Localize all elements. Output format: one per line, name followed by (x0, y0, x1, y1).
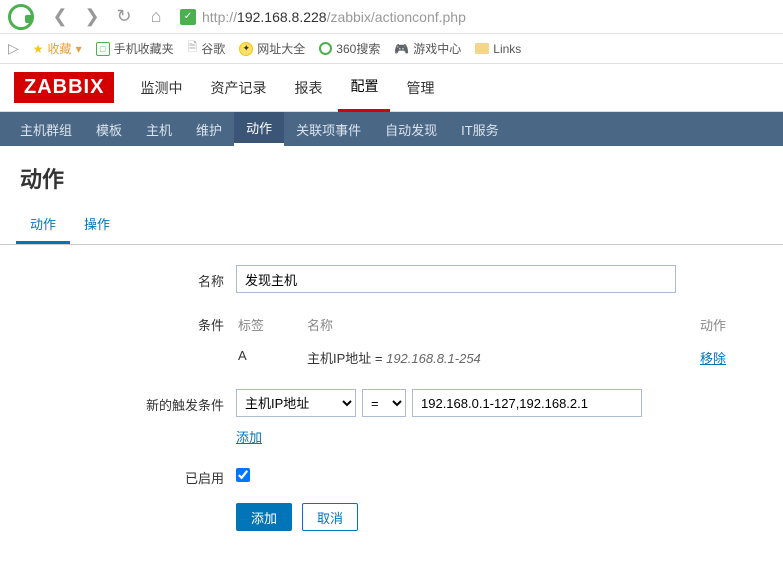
name-input[interactable] (236, 265, 676, 293)
bookmark-google[interactable]: 🗎谷歌 (188, 38, 226, 59)
gamepad-icon: 🎮 (394, 42, 409, 56)
submenu-discovery[interactable]: 自动发现 (373, 112, 449, 146)
label-enabled: 已启用 (16, 462, 236, 487)
submenu-maintenance[interactable]: 维护 (184, 112, 234, 146)
label-new-condition: 新的触发条件 (16, 389, 236, 414)
add-button[interactable]: 添加 (236, 503, 292, 531)
cond-header-name: 名称 (307, 311, 665, 342)
bookmark-360[interactable]: 360搜索 (319, 40, 380, 57)
row-new-condition: 新的触发条件 主机IP地址 = 添加 (16, 389, 767, 446)
tab-action[interactable]: 动作 (16, 206, 70, 244)
table-row: A 主机IP地址 = 192.168.8.1-254 移除 (238, 344, 734, 371)
menu-reports[interactable]: 报表 (282, 64, 334, 112)
mobile-icon: □ (96, 42, 110, 56)
bookmark-favorites[interactable]: ★收藏 ▾ (33, 40, 82, 57)
condition-operator-select[interactable]: = (362, 389, 406, 417)
cond-header-action: 动作 (667, 311, 734, 342)
browser-toolbar: ❮ ❯ ↻ ⌂ ✓ http://192.168.8.228/zabbix/ac… (0, 0, 783, 34)
submenu-hosts[interactable]: 主机 (134, 112, 184, 146)
bookmark-mobile[interactable]: □手机收藏夹 (96, 40, 174, 57)
zabbix-submenu: 主机群组 模板 主机 维护 动作 关联项事件 自动发现 IT服务 (0, 112, 783, 146)
cond-label: A (238, 344, 305, 371)
browser-logo-icon (8, 4, 34, 30)
cancel-button[interactable]: 取消 (302, 503, 358, 531)
tab-operations[interactable]: 操作 (70, 206, 124, 244)
security-shield-icon: ✓ (180, 9, 196, 25)
bookmarks-bar: ▷ ★收藏 ▾ □手机收藏夹 🗎谷歌 ✦网址大全 360搜索 🎮游戏中心 Lin… (0, 34, 783, 64)
add-condition-link[interactable]: 添加 (236, 430, 262, 445)
url-bar[interactable]: ✓ http://192.168.8.228/zabbix/actionconf… (174, 9, 775, 25)
submenu-hostgroups[interactable]: 主机群组 (8, 112, 84, 146)
menu-configuration[interactable]: 配置 (338, 64, 390, 112)
row-enabled: 已启用 (16, 462, 767, 487)
label-name: 名称 (16, 265, 236, 290)
folder-icon (475, 43, 489, 54)
submenu-actions[interactable]: 动作 (234, 112, 284, 146)
bookmark-gamecenter[interactable]: 🎮游戏中心 (394, 40, 461, 57)
remove-condition-link[interactable]: 移除 (700, 351, 726, 366)
star-icon: ★ (33, 42, 44, 56)
submenu-correlation[interactable]: 关联项事件 (284, 112, 373, 146)
zabbix-logo[interactable]: ZABBIX (14, 72, 114, 103)
page-title: 动作 (0, 146, 783, 206)
zabbix-header: ZABBIX 监测中 资产记录 报表 配置 管理 (0, 64, 783, 112)
compass-icon: ✦ (239, 42, 253, 56)
row-conditions: 条件 标签 名称 动作 A 主机IP地址 = 192.168.8.1-254 移… (16, 309, 767, 373)
condition-type-select[interactable]: 主机IP地址 (236, 389, 356, 417)
enabled-checkbox[interactable] (236, 468, 250, 482)
row-name: 名称 (16, 265, 767, 293)
cond-header-label: 标签 (238, 311, 305, 342)
home-button[interactable]: ⌂ (142, 3, 170, 31)
submenu-templates[interactable]: 模板 (84, 112, 134, 146)
form-tabs: 动作 操作 (0, 206, 783, 245)
conditions-table: 标签 名称 动作 A 主机IP地址 = 192.168.8.1-254 移除 (236, 309, 736, 373)
label-conditions: 条件 (16, 309, 236, 334)
action-form: 名称 条件 标签 名称 动作 A 主机IP地址 = 192.168.8.1-25 (0, 245, 783, 567)
reload-button[interactable]: ↻ (110, 3, 138, 31)
page-icon: 🗎 (188, 38, 198, 59)
cond-name: 主机IP地址 = 192.168.8.1-254 (307, 344, 665, 371)
forward-button[interactable]: ❯ (78, 3, 106, 31)
o360-icon (319, 42, 332, 55)
row-buttons: 添加 取消 (16, 503, 767, 531)
menu-administration[interactable]: 管理 (394, 64, 446, 112)
submenu-itservices[interactable]: IT服务 (449, 112, 511, 146)
bookmark-links[interactable]: Links (475, 42, 521, 56)
bookmark-wzdq[interactable]: ✦网址大全 (239, 40, 305, 57)
menu-monitoring[interactable]: 监测中 (128, 64, 194, 112)
url-text: http://192.168.8.228/zabbix/actionconf.p… (202, 9, 466, 25)
condition-value-input[interactable] (412, 389, 642, 417)
menu-inventory[interactable]: 资产记录 (198, 64, 278, 112)
back-button[interactable]: ❮ (46, 3, 74, 31)
bookmarks-expand-icon[interactable]: ▷ (8, 40, 19, 57)
